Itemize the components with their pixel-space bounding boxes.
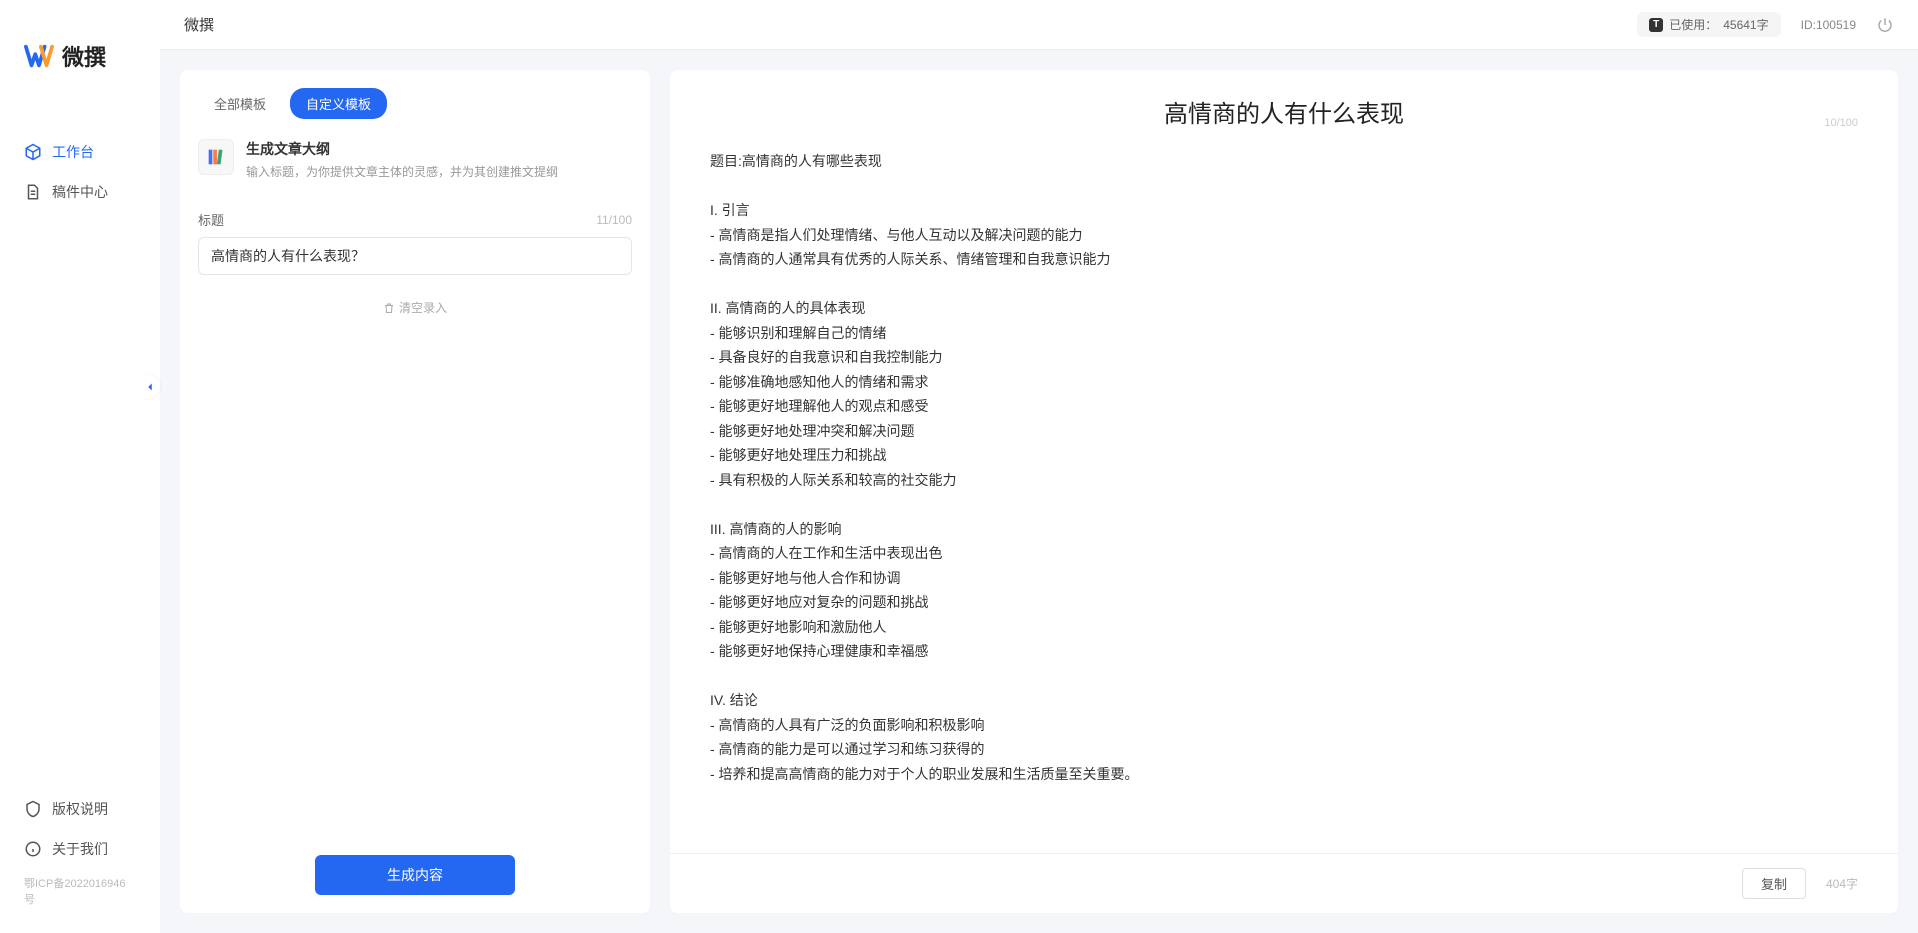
output-title: 高情商的人有什么表现 [710,94,1858,129]
title-input[interactable] [198,237,632,275]
document-icon [24,183,42,201]
tab-all-templates[interactable]: 全部模板 [198,88,282,119]
template-name: 生成文章大纲 [246,139,558,159]
title-counter: 11/100 [596,213,632,227]
cube-icon [24,143,42,161]
sidebar-item-about[interactable]: 关于我们 [0,829,160,869]
tab-custom-templates[interactable]: 自定义模板 [290,88,387,119]
output-header: 高情商的人有什么表现 10/100 [670,70,1898,139]
clear-label: 清空录入 [399,299,447,316]
sidebar-item-copyright[interactable]: 版权说明 [0,789,160,829]
icp-text: 鄂ICP备2022016946号 [0,869,160,913]
template-info: 生成文章大纲 输入标题，为你提供文章主体的灵感，并为其创建推文提纲 [246,139,558,180]
main-area: 微撰 T 已使用： 45641字 ID:100519 全部模板 自定义模板 [160,0,1918,933]
template-tabs: 全部模板 自定义模板 [180,70,650,119]
sidebar: 微撰 工作台 稿件中心 版权说明 [0,0,160,933]
usage-badge: T 已使用： 45641字 [1637,12,1780,37]
sidebar-item-label: 稿件中心 [52,182,108,202]
user-id: ID:100519 [1801,18,1856,32]
output-panel: 高情商的人有什么表现 10/100 题目:高情商的人有哪些表现 I. 引言 - … [670,70,1898,913]
shield-icon [24,800,42,818]
template-card: 生成文章大纲 输入标题，为你提供文章主体的灵感，并为其创建推文提纲 [180,119,650,200]
template-desc: 输入标题，为你提供文章主体的灵感，并为其创建推文提纲 [246,163,558,180]
info-icon [24,840,42,858]
topbar: 微撰 T 已使用： 45641字 ID:100519 [160,0,1918,50]
title-label: 标题 [198,210,224,229]
brand-name: 微撰 [62,40,106,72]
output-body[interactable]: 题目:高情商的人有哪些表现 I. 引言 - 高情商是指人们处理情绪、与他人互动以… [670,139,1898,853]
text-icon: T [1649,18,1663,32]
nav-bottom: 版权说明 关于我们 鄂ICP备2022016946号 [0,789,160,933]
generate-button[interactable]: 生成内容 [315,855,515,895]
page-title: 微撰 [184,14,1617,35]
clear-input-button[interactable]: 清空录入 [383,299,447,316]
input-panel: 全部模板 自定义模板 生成文章大纲 输入标题，为你提供文章主体的灵感，并为其创建… [180,70,650,913]
content-area: 全部模板 自定义模板 生成文章大纲 输入标题，为你提供文章主体的灵感，并为其创建… [160,50,1918,933]
title-field-section: 标题 11/100 [180,200,650,285]
sidebar-item-label: 版权说明 [52,799,108,819]
sidebar-item-workspace[interactable]: 工作台 [0,132,160,172]
trash-icon [383,302,395,314]
copy-button[interactable]: 复制 [1742,868,1806,899]
usage-value: 45641字 [1723,16,1768,33]
power-icon[interactable] [1876,16,1894,34]
usage-prefix: 已使用： [1669,16,1717,33]
sidebar-item-label: 关于我们 [52,839,108,859]
output-footer: 复制 404字 [670,853,1898,913]
brand-logo: 微撰 [0,30,160,102]
sidebar-item-label: 工作台 [52,142,94,162]
output-title-counter: 10/100 [1824,117,1858,129]
logo-icon [24,41,54,71]
word-count: 404字 [1826,875,1858,892]
nav-main: 工作台 稿件中心 [0,102,160,789]
books-icon [198,139,234,175]
sidebar-item-drafts[interactable]: 稿件中心 [0,172,160,212]
